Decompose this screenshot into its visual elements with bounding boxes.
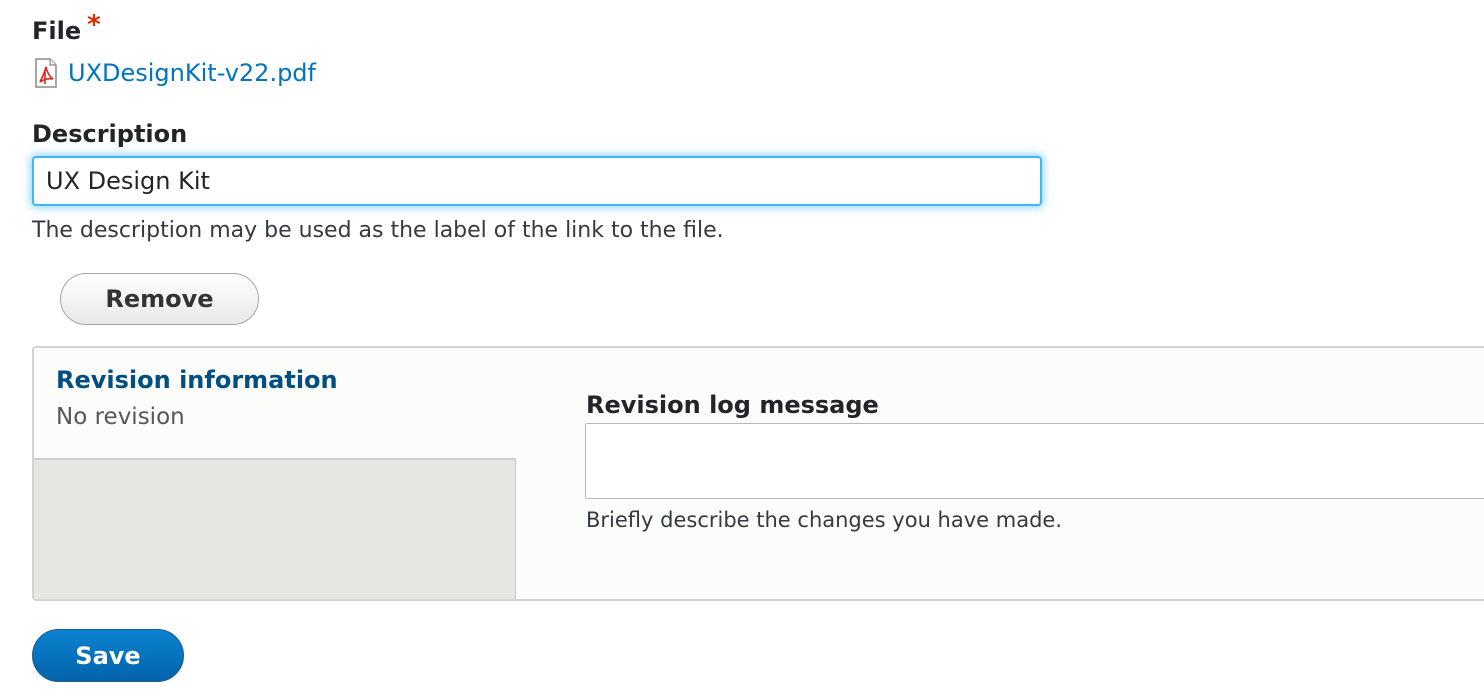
remove-button[interactable]: Remove [60, 273, 259, 325]
revision-log-help-text: Briefly describe the changes you have ma… [586, 508, 1063, 532]
revision-log-textarea[interactable] [585, 423, 1484, 499]
file-item: UXDesignKit-v22.pdf [34, 58, 316, 88]
description-input[interactable] [32, 156, 1042, 206]
file-label: File * [32, 10, 101, 46]
required-marker: * [87, 10, 101, 40]
file-edit-form: File* UXDesignKit-v22.pdf Description Th… [0, 0, 1484, 696]
description-label: Description [32, 120, 188, 148]
description-help-text: The description may be used as the label… [32, 218, 724, 243]
save-button[interactable]: Save [32, 629, 184, 682]
revision-panel: Revision information No revision Revisio… [32, 346, 1484, 601]
tab-revision-summary: No revision [56, 404, 185, 430]
revision-log-label: Revision log message [586, 391, 879, 419]
vertical-tabs-menu: Revision information No revision [34, 348, 516, 599]
tab-revision-information[interactable]: Revision information No revision [34, 348, 516, 460]
pdf-file-icon [34, 58, 58, 88]
file-label-text: File [32, 17, 82, 45]
tab-revision-title[interactable]: Revision information [56, 366, 338, 394]
file-download-link[interactable]: UXDesignKit-v22.pdf [68, 59, 316, 87]
